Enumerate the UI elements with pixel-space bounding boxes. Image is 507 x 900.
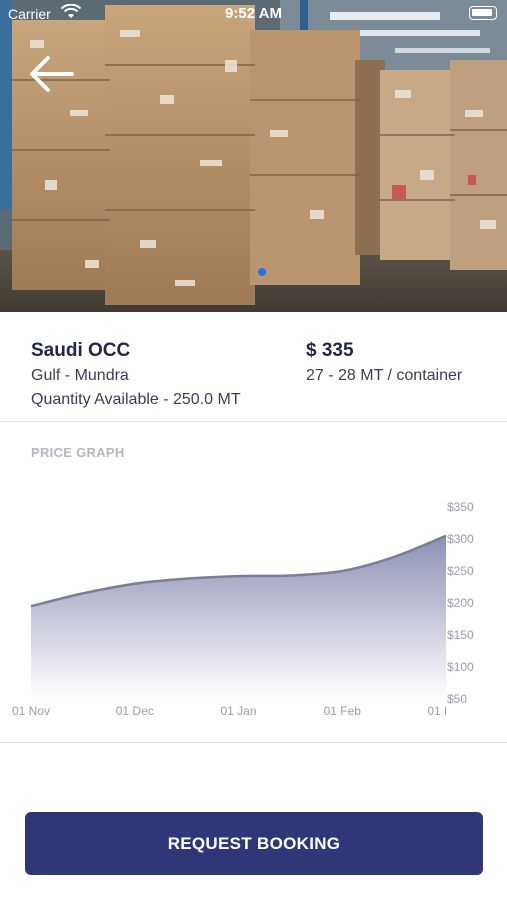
x-tick-label: 01 Mar (427, 704, 464, 718)
battery-icon (469, 6, 497, 20)
y-tick-label: $300 (447, 532, 474, 546)
x-tick-label: 01 Jan (220, 704, 256, 718)
y-tick-label: $250 (447, 564, 474, 578)
y-tick-label: $50 (447, 692, 467, 706)
x-tick-label: 01 Dec (116, 704, 154, 718)
status-bar: Carrier 9:52 AM (0, 0, 507, 28)
product-price: $ 335 (306, 340, 354, 361)
request-booking-button[interactable]: REQUEST BOOKING (25, 812, 483, 875)
price-graph-title: PRICE GRAPH (31, 445, 125, 460)
back-button[interactable] (22, 52, 78, 96)
y-tick-label: $200 (447, 596, 474, 610)
y-tick-label: $100 (447, 660, 474, 674)
price-chart: $350 $300 $250 $200 $150 $100 $50 01 Nov 01 Dec 0… (12, 500, 474, 718)
clock: 9:52 AM (225, 5, 282, 22)
product-quantity: Quantity Available - 250.0 MT (31, 391, 241, 408)
price-unit: 27 - 28 MT / container (306, 367, 463, 384)
x-tick-label: 01 Nov (12, 704, 50, 718)
product-name: Saudi OCC (31, 340, 131, 361)
product-info: Saudi OCC Gulf - Mundra Quantity Availab… (0, 312, 507, 422)
y-tick-label: $350 (447, 500, 474, 514)
price-graph-section: PRICE GRAPH $350 $300 $250 $200 $150 $100 $50 0… (0, 423, 507, 743)
product-route: Gulf - Mundra (31, 367, 129, 384)
cardboard-bales-photo (0, 0, 507, 312)
y-tick-label: $150 (447, 628, 474, 642)
x-tick-label: 01 Feb (324, 704, 362, 718)
arrow-left-icon (30, 56, 74, 92)
hero-image: Carrier 9:52 AM (0, 0, 507, 312)
